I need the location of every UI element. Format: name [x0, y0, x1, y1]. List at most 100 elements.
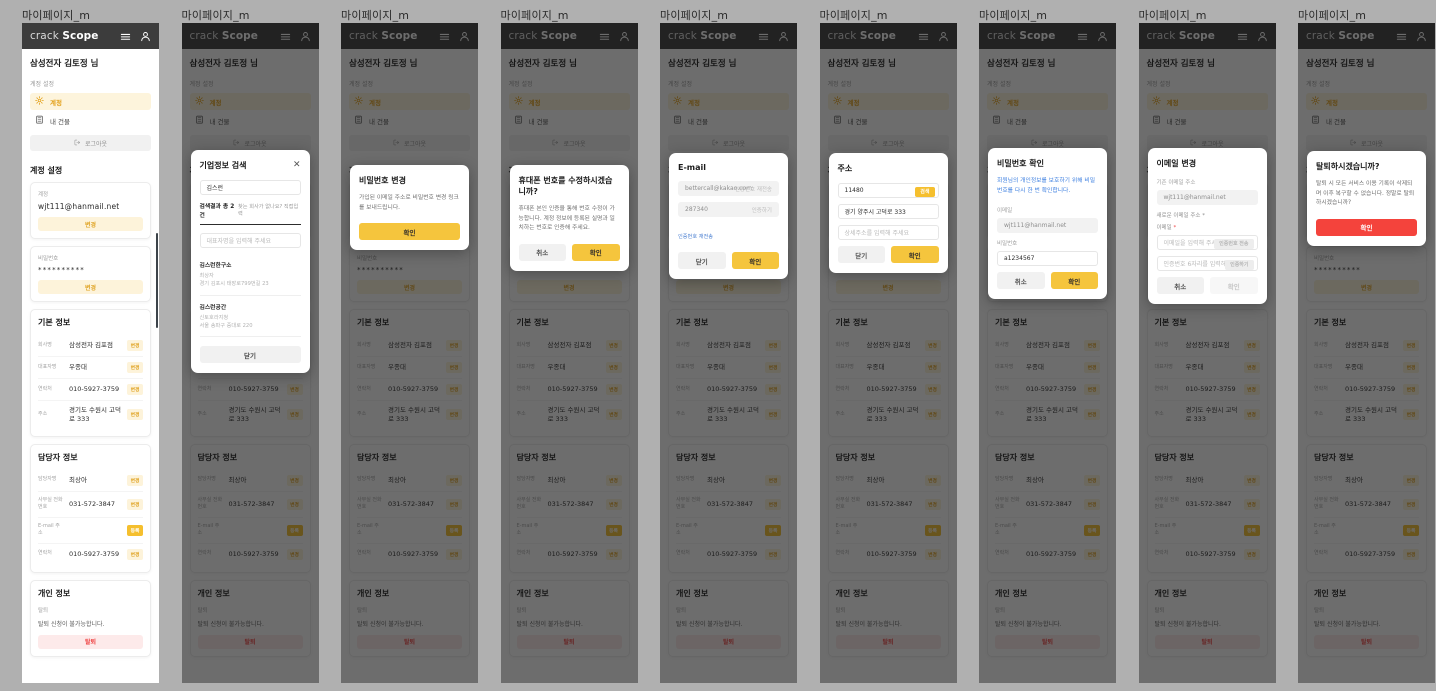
email-change-modal: 이메일 변경 기존 이메일 주소 wjt111@hanmail.net 새로운 … — [1147, 148, 1267, 304]
row-action-button[interactable]: 변경 — [127, 384, 143, 395]
frame-phone-edit: 마이페이지_m crack Scope 삼성전자 김토정 님 계정 설정 계정 … — [479, 0, 639, 691]
cancel-button[interactable]: 취소 — [997, 272, 1045, 290]
email-input[interactable]: bettercall@kakao.com 인증번호 재전송 — [678, 181, 779, 196]
verify-link[interactable]: 인증하기 — [752, 206, 772, 214]
password-change-modal: 비밀번호 변경 가입된 이메일 주소로 비밀번호 변경 링크를 보내드립니다. … — [350, 165, 469, 251]
modal-text: 휴대폰 본인 인증을 통해 번호 수정이 가능합니다. 계정 정보에 등록된 실… — [518, 206, 615, 232]
person-icon[interactable] — [140, 31, 151, 42]
current-email-label: 기존 이메일 주소 — [1156, 180, 1196, 186]
confirm-button[interactable]: 확인 — [1316, 218, 1417, 236]
timer-resend-link[interactable]: 인증번호 재전송 — [678, 233, 713, 240]
scrollbar[interactable] — [155, 233, 158, 328]
sidebar-item-my-building[interactable]: 내 건물 — [30, 112, 151, 129]
row-key: 연락처 — [38, 550, 52, 557]
hamburger-icon[interactable] — [120, 31, 131, 42]
phone-screen: crack Scope 삼성전자 김토정 님 계정 설정 계정 내 건물 로그아… — [500, 23, 638, 683]
password-label: 비밀번호 — [38, 256, 59, 262]
row-action-button[interactable]: 등록 — [127, 524, 143, 536]
confirm-button[interactable]: 확인 — [891, 246, 939, 263]
confirm-button[interactable]: 확인 — [1050, 272, 1098, 290]
row-key: 주소 — [38, 411, 48, 418]
result-address: 경기 김포시 태장로799번길 23 — [199, 281, 269, 288]
modal-overlay[interactable] — [1298, 23, 1435, 683]
row-action-button[interactable]: 변경 — [127, 548, 143, 560]
logout-button[interactable]: 로그아웃 — [30, 135, 151, 151]
password-label: 비밀번호 — [997, 241, 1018, 248]
table-row: 연락처 010-5927-3759 변경 — [38, 378, 143, 400]
password-input[interactable]: a1234567 — [997, 251, 1098, 267]
cancel-button[interactable]: 취소 — [518, 243, 566, 261]
modal-overlay[interactable] — [341, 23, 478, 683]
close-button[interactable]: 닫기 — [199, 346, 301, 364]
frame-label: 마이페이지_m — [500, 9, 569, 22]
modal-overlay[interactable] — [1138, 23, 1276, 683]
modal-text: 탈퇴 시 모든 서비스 이용 기록이 삭제되며 이후 복구할 수 없습니다. 정… — [1316, 181, 1415, 207]
input-value: 11480 — [844, 187, 864, 194]
search-result-item[interactable]: 김스런공간 신토호라지청 서울 송파구 중대로 220 — [199, 296, 301, 338]
frame-email-verify: 마이페이지_m crack Scope 삼성전자 김토정 님 계정 설정 계정 … — [638, 0, 798, 691]
row-key: E-mail 주소 — [38, 522, 60, 537]
close-icon[interactable]: ✕ — [293, 161, 301, 170]
search-result-item[interactable]: 김스런한구소 최상자 경기 김포시 태장로799번길 23 — [199, 254, 301, 296]
app-logo: crack Scope — [30, 30, 99, 42]
detail-address-input[interactable]: 상세주소를 입력해 주세요 — [837, 225, 939, 240]
input-value: wjt111@hanmail.net — [1004, 222, 1067, 230]
verify-code-button[interactable]: 인증하기 — [1225, 259, 1254, 270]
row-key: 사무실 전화번호 — [38, 496, 63, 511]
modal-title: 탈퇴하시겠습니까? — [1316, 162, 1380, 171]
frame-label: 마이페이지_m — [1298, 9, 1367, 22]
resend-code-link[interactable]: 인증번호 재전송 — [735, 185, 772, 193]
modal-overlay[interactable] — [979, 23, 1116, 683]
page-scroll-area[interactable]: crack Scope 삼성전자 김토정 님 계정 설정 계정 내 건물 로그아… — [22, 23, 159, 683]
sidebar-item-account[interactable]: 계정 — [30, 93, 151, 110]
send-code-button[interactable]: 인증번호 전송 — [1214, 238, 1254, 249]
confirm-button[interactable]: 확인 — [1210, 277, 1258, 294]
current-email-input: wjt111@hanmail.net — [1156, 190, 1258, 205]
phone-screen: crack Scope 삼성전자 김토정 님 계정 설정 계정 내 건물 로그아… — [660, 23, 797, 683]
modal-overlay[interactable] — [660, 23, 797, 683]
logout-label: 로그아웃 — [84, 140, 108, 148]
close-button[interactable]: 닫기 — [837, 246, 885, 263]
row-action-button[interactable]: 변경 — [127, 340, 143, 351]
email-change-button[interactable]: 변경 — [38, 217, 143, 231]
zipcode-search-button[interactable]: 검색 — [915, 186, 935, 197]
zipcode-input[interactable]: 11480 검색 — [837, 183, 939, 198]
manager-info-card: 담당자 정보 담당자명 최상아 변경 사무실 전화번호 031-572-3847… — [30, 443, 151, 573]
email-label: 계정 — [38, 192, 49, 198]
modal-overlay[interactable] — [819, 23, 957, 683]
row-key: 회사명 — [38, 341, 52, 348]
representative-name-input[interactable]: 대표자명을 입력해 주세요 — [199, 233, 301, 248]
new-email-input[interactable]: 이메일을 입력해 주세요 인증번호 전송 — [1156, 235, 1258, 250]
row-action-button[interactable]: 변경 — [127, 474, 143, 486]
verification-code-input[interactable]: 287340 인증하기 — [678, 202, 779, 217]
manual-entry-link[interactable]: 찾는 회사가 없나요? 직접입력 — [238, 203, 300, 217]
table-row: E-mail 주소 등록 — [38, 516, 143, 543]
modal-title: 이메일 변경 — [1156, 159, 1197, 168]
confirm-button[interactable]: 확인 — [572, 243, 620, 261]
row-value: 우종대 — [69, 363, 87, 372]
table-row: 회사명 삼성전자 김포점 변경 — [38, 335, 143, 356]
input-value: a1234567 — [1004, 255, 1035, 263]
row-action-button[interactable]: 변경 — [127, 362, 143, 373]
result-rep: 최상자 — [199, 273, 214, 279]
account-email-card: 계정 wjt111@hanmail.net 변경 — [30, 182, 151, 239]
phone-screen: crack Scope 삼성전자 김토정 님 계정 설정 계정 내 건물 로그아… — [819, 23, 957, 683]
modal-overlay[interactable] — [500, 23, 638, 683]
cancel-button[interactable]: 취소 — [1156, 277, 1204, 294]
company-search-input[interactable]: 김스런 — [199, 180, 301, 195]
address-input[interactable]: 경기 양주시 고덕로 333 — [837, 204, 939, 219]
email-input[interactable]: wjt111@hanmail.net — [997, 218, 1098, 234]
modal-title: 비밀번호 변경 — [359, 176, 406, 185]
row-action-button[interactable]: 변경 — [127, 498, 143, 510]
close-button[interactable]: 닫기 — [678, 252, 726, 269]
verification-code-input[interactable]: 인증번호 6자리를 입력해 주세요 인증하기 — [1156, 256, 1258, 271]
row-value: 최상아 — [69, 475, 87, 484]
confirm-button[interactable]: 확인 — [359, 223, 460, 241]
password-change-button[interactable]: 변경 — [38, 280, 143, 294]
withdraw-button[interactable]: 탈퇴 — [38, 634, 143, 649]
input-value: 경기 양주시 고덕로 333 — [844, 209, 906, 216]
row-action-button[interactable]: 변경 — [127, 409, 143, 421]
confirm-button[interactable]: 확인 — [731, 252, 779, 269]
building-icon — [35, 115, 44, 126]
modal-title: 주소 — [837, 164, 853, 173]
